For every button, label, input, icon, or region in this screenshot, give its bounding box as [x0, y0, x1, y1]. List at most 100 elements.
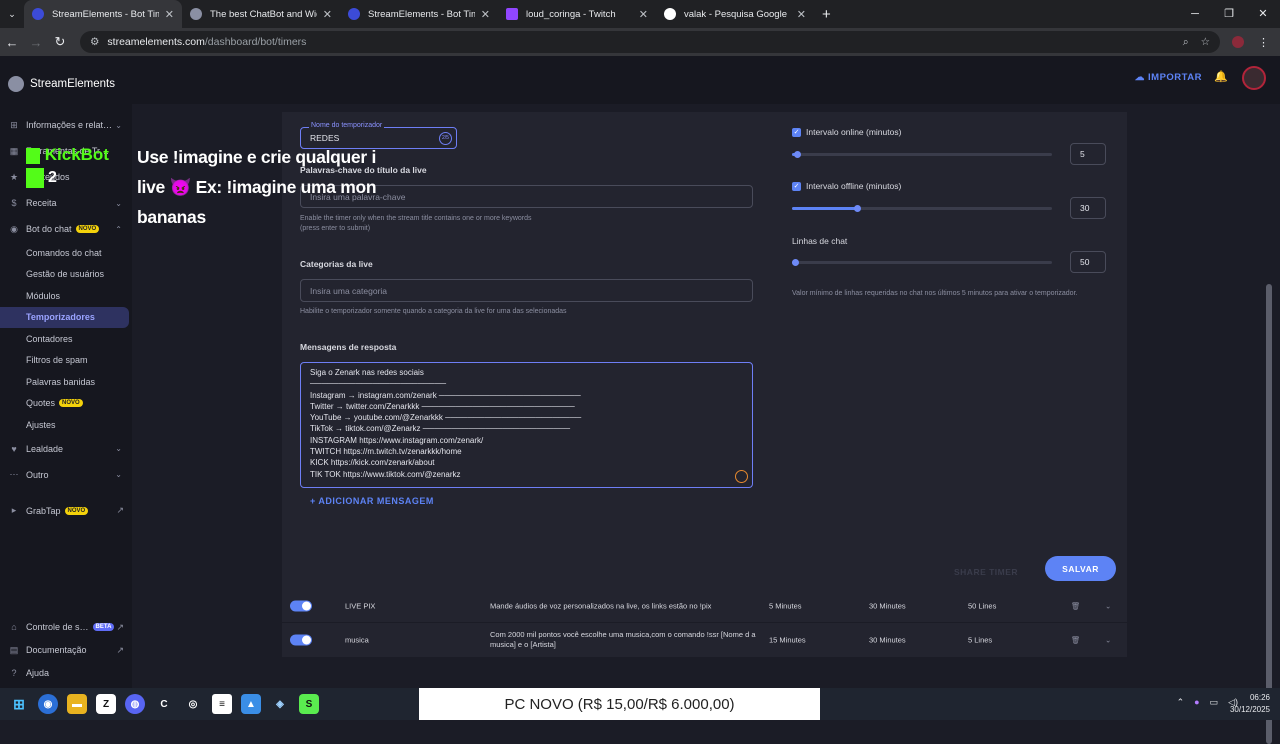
- bookmark-star-icon[interactable]: ☆: [1201, 36, 1210, 48]
- categories-title: Categorias da live: [300, 259, 373, 269]
- windows-start-icon[interactable]: ⊞: [9, 694, 29, 714]
- timer-enabled-toggle[interactable]: [290, 634, 312, 646]
- categories-input[interactable]: Insira uma categoria: [300, 279, 753, 302]
- browser-menu-icon[interactable]: ⋮: [1258, 36, 1269, 49]
- file-explorer-icon[interactable]: ▬: [67, 694, 87, 714]
- photos-icon[interactable]: ▲: [241, 694, 261, 714]
- url-field[interactable]: ⚙ streamelements.com /dashboard/bot/time…: [80, 31, 1220, 53]
- z-app-icon[interactable]: Z: [96, 694, 116, 714]
- chrome-icon[interactable]: ◉: [38, 694, 58, 714]
- kickbot-name: KickBot: [44, 145, 109, 164]
- chat-lines-label: Linhas de chat: [792, 236, 848, 246]
- tab-list-chevron-icon[interactable]: ⌄: [0, 9, 24, 20]
- new-tab-plus-icon[interactable]: +: [822, 6, 831, 23]
- browser-tab[interactable]: valak - Pesquisa Google ✕: [656, 0, 814, 28]
- offline-interval-slider[interactable]: [792, 205, 1052, 212]
- maximize-icon[interactable]: ❐: [1212, 0, 1246, 28]
- sidebar-subitem-modulos[interactable]: Módulos: [0, 285, 132, 307]
- sidebar-subitem-gestao[interactable]: Gestão de usuários: [0, 264, 132, 286]
- slider-thumb[interactable]: [794, 151, 801, 158]
- page-scrollbar[interactable]: [1266, 284, 1272, 744]
- obs-icon[interactable]: ◎: [183, 694, 203, 714]
- close-tab-icon[interactable]: ✕: [797, 8, 806, 21]
- import-button[interactable]: ☁ IMPORTAR: [1135, 72, 1202, 83]
- discord-icon[interactable]: ◍: [125, 694, 145, 714]
- timer-row[interactable]: LIVE PIX Mande áudios de voz personaliza…: [282, 589, 1127, 622]
- brand[interactable]: StreamElements: [0, 56, 132, 112]
- slider-thumb[interactable]: [792, 259, 799, 266]
- external-link-icon: ↗: [116, 644, 124, 655]
- reload-icon[interactable]: ↻: [48, 34, 72, 50]
- forward-arrow-icon[interactable]: →: [24, 35, 48, 50]
- sidebar-item-receita[interactable]: $ Receita ⌄: [0, 190, 132, 216]
- browser-tab[interactable]: StreamElements - Bot Timers ✕: [24, 0, 182, 28]
- response-messages-textarea[interactable]: Siga o Zenark nas redes sociais ────────…: [300, 362, 753, 488]
- browser-tab[interactable]: StreamElements - Bot Timers ✕: [340, 0, 498, 28]
- close-tab-icon[interactable]: ✕: [481, 8, 490, 21]
- sidebar-item-conteudos[interactable]: ★ Conteúdos: [0, 164, 132, 190]
- timer-enabled-toggle[interactable]: [290, 600, 312, 611]
- sidebar-subitem-palavras[interactable]: Palavras banidas: [0, 371, 132, 393]
- sidebar-item-documentacao[interactable]: ▤ Documentação ↗: [0, 639, 132, 662]
- slider-thumb[interactable]: [854, 205, 861, 212]
- trash-icon[interactable]: 🗑: [1071, 601, 1081, 610]
- timer-online: 15 Minutes: [769, 635, 806, 645]
- profile-avatar-icon[interactable]: [1232, 36, 1244, 48]
- c-app-icon[interactable]: C: [154, 694, 174, 714]
- notification-bell-icon[interactable]: 🔔: [1214, 70, 1228, 83]
- chat-lines-value: 50: [1080, 257, 1090, 267]
- sidebar-item-outro[interactable]: ⋯ Outro ⌄: [0, 462, 132, 488]
- chevron-down-icon[interactable]: ⌄: [1105, 601, 1111, 610]
- close-tab-icon[interactable]: ✕: [165, 8, 174, 21]
- timer-offline: 30 Minutes: [869, 635, 906, 645]
- sidebar-item-label: Bot do chat: [26, 224, 72, 234]
- sidebar-item-grabtap[interactable]: ▸ GrabTap NOVO ↗: [0, 498, 132, 524]
- trash-icon[interactable]: 🗑: [1071, 636, 1081, 645]
- message-line: TikTok → tiktok.com/@Zenarkz ───────────…: [310, 424, 571, 434]
- timer-row[interactable]: musica Com 2000 mil pontos você escolhe …: [282, 623, 1127, 657]
- sidebar-subitem-comandos[interactable]: Comandos do chat: [0, 242, 132, 264]
- minimize-icon[interactable]: ─: [1178, 0, 1212, 28]
- chat-lines-slider[interactable]: [792, 259, 1052, 266]
- steam-icon[interactable]: ◈: [270, 694, 290, 714]
- sidebar-subitem-contadores[interactable]: Contadores: [0, 328, 132, 350]
- sidebar-subitem-filtros[interactable]: Filtros de spam: [0, 350, 132, 372]
- system-clock[interactable]: 06:26 30/12/2025: [1230, 692, 1270, 716]
- user-avatar[interactable]: [1242, 66, 1266, 90]
- close-window-icon[interactable]: ✕: [1246, 0, 1280, 28]
- streamlabs-icon[interactable]: S: [299, 694, 319, 714]
- online-interval-slider[interactable]: [792, 151, 1052, 158]
- sidebar-item-informacoes[interactable]: ⊞ Informações e relat… ⌄: [0, 112, 132, 138]
- chevron-down-icon: ⌄: [115, 444, 122, 453]
- save-button[interactable]: SALVAR: [1045, 556, 1116, 581]
- offline-interval-checkbox[interactable]: ✓ Intervalo offline (minutos): [792, 181, 901, 191]
- back-arrow-icon[interactable]: ←: [0, 35, 24, 50]
- char-counter: 2/5: [439, 131, 452, 145]
- close-tab-icon[interactable]: ✕: [639, 8, 648, 21]
- epic-icon[interactable]: ≡: [212, 694, 232, 714]
- sidebar-item-controle[interactable]: ⌂ Controle de s… BETA ↗: [0, 616, 132, 639]
- sidebar-item-lealdade[interactable]: ♥ Lealdade ⌄: [0, 436, 132, 462]
- add-message-button[interactable]: + ADICIONAR MENSAGEM: [310, 496, 434, 506]
- zoom-icon[interactable]: ⌕: [1183, 36, 1189, 49]
- sidebar-item-ajuda[interactable]: ? Ajuda: [0, 662, 132, 685]
- site-info-icon[interactable]: ⚙: [90, 36, 99, 48]
- sidebar-item-bot-do-chat[interactable]: ◉ Bot do chat NOVO ⌃: [0, 216, 132, 242]
- chevron-down-icon[interactable]: ⌄: [1105, 636, 1111, 645]
- sidebar-subitem-temporizadores[interactable]: Temporizadores: [0, 306, 129, 328]
- share-timer-button[interactable]: SHARE TIMER: [954, 567, 1018, 577]
- chat-lines-input[interactable]: 50: [1070, 251, 1106, 273]
- sidebar-subitem-quotes[interactable]: Quotes NOVO: [0, 393, 132, 415]
- sidebar-subitem-ajustes[interactable]: Ajustes: [0, 414, 132, 436]
- online-interval-checkbox[interactable]: ✓ Intervalo online (minutos): [792, 127, 901, 137]
- timer-lines: 5 Lines: [968, 635, 993, 645]
- browser-tab[interactable]: The best ChatBot and Widgets ✕: [182, 0, 340, 28]
- mic-icon[interactable]: ●: [1194, 697, 1199, 708]
- browser-tab[interactable]: loud_coringa - Twitch ✕: [498, 0, 656, 28]
- close-tab-icon[interactable]: ✕: [323, 8, 332, 21]
- online-interval-input[interactable]: 5: [1070, 143, 1106, 165]
- network-icon[interactable]: ▭: [1210, 697, 1219, 708]
- tray-chevron-up-icon[interactable]: ⌃: [1177, 697, 1185, 708]
- offline-interval-input[interactable]: 30: [1070, 197, 1106, 219]
- slider-fill: [792, 207, 857, 210]
